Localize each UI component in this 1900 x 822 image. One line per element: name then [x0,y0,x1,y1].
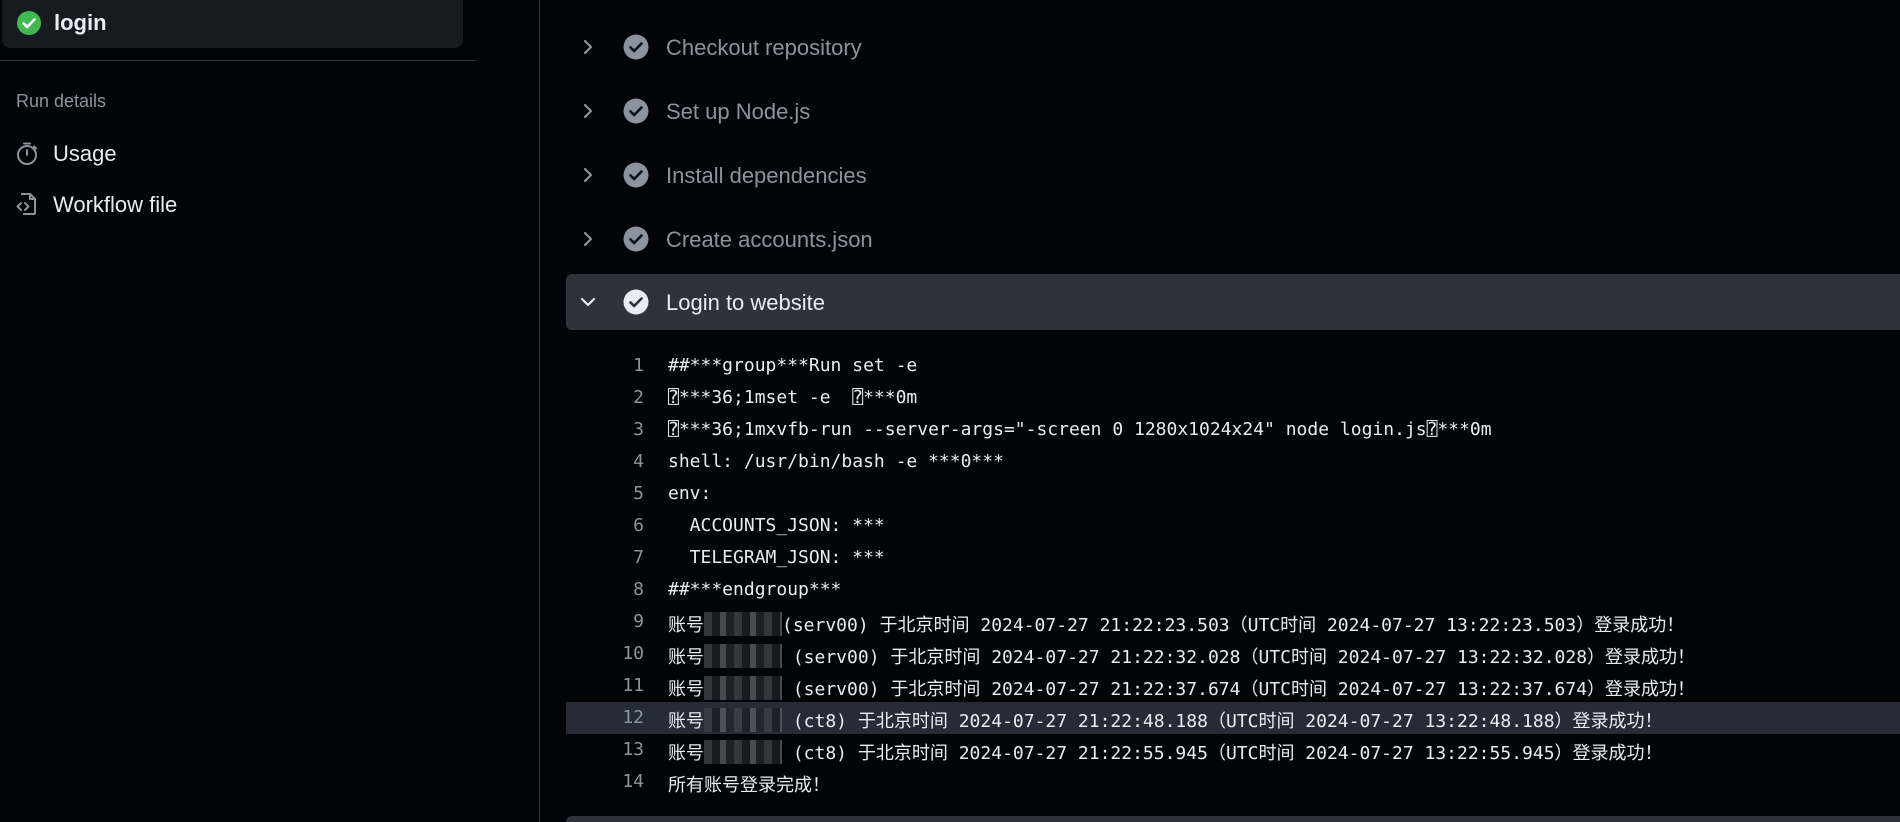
job-steps-panel: Checkout repository Set up Node.js Insta… [541,0,1900,822]
redacted-account [704,740,782,764]
log-message: (ct8) 于北京时间 2024-07-27 21:22:48.188（UTC时… [782,711,1663,732]
line-number[interactable]: 13 [566,739,644,760]
sidebar-item-workflow-file[interactable]: Workflow file [0,183,476,223]
check-circle-icon [623,34,649,60]
file-code-icon [16,193,36,215]
log-text: 账号 (serv00) 于北京时间 2024-07-27 21:22:37.67… [668,675,1695,701]
log-prefix: 账号 [668,615,704,636]
chevron-down-icon [580,297,596,307]
log-line: 13 账号 (ct8) 于北京时间 2024-07-27 21:22:55.94… [566,734,1900,766]
log-line: 6 ACCOUNTS_JSON: *** [566,510,1900,542]
step-title: Login to website [666,290,825,315]
check-circle-icon [623,162,649,188]
step-title: Create accounts.json [666,227,873,252]
sidebar-job-login[interactable]: login [2,0,463,48]
line-number[interactable]: 8 [566,579,644,600]
log-text: 账号 (ct8) 于北京时间 2024-07-27 21:22:55.945（U… [668,739,1663,765]
log-text: shell: /usr/bin/bash -e ***0*** [668,451,1004,472]
log-prefix: 账号 [668,711,704,732]
log-message: (ct8) 于北京时间 2024-07-27 21:22:55.945（UTC时… [782,743,1663,764]
line-number[interactable]: 14 [566,771,644,792]
chevron-right-icon [583,231,593,247]
log-line: 1 ##***group***Run set -e [566,350,1900,382]
step-title: Checkout repository [666,35,862,60]
step-title: Install dependencies [666,163,867,188]
log-text: 所有账号登录完成！ [668,775,830,796]
check-circle-icon [623,289,649,315]
step-install-dependencies[interactable]: Install dependencies [566,147,1900,203]
chevron-right-icon [583,167,593,183]
log-prefix: 账号 [668,743,704,764]
log-text: 账号 (ct8) 于北京时间 2024-07-27 21:22:48.188（U… [668,707,1663,733]
stopwatch-icon [17,142,37,165]
step-login-to-website[interactable]: Login to website [566,274,1900,330]
log-prefix: 账号 [668,647,704,668]
line-number[interactable]: 1 [566,355,644,376]
log-text: 账号 (serv00) 于北京时间 2024-07-27 21:22:23.503… [668,611,1684,637]
log-line: 9 账号 (serv00) 于北京时间 2024-07-27 21:22:23.5… [566,606,1900,638]
check-circle-icon [623,98,649,124]
line-number[interactable]: 11 [566,675,644,696]
redacted-account [704,708,782,732]
log-line: 4 shell: /usr/bin/bash -e ***0*** [566,446,1900,478]
next-step-edge [566,816,1900,822]
log-text: ⍰***36;1mxvfb-run --server-args="-screen… [668,419,1492,440]
log-text: ⍰***36;1mset -e ⍰***0m [668,387,918,408]
log-line: 2 ⍰***36;1mset -e ⍰***0m [566,382,1900,414]
sidebar: login Run details Usage Workflow file [0,0,540,822]
log-line: 10 账号 (serv00) 于北京时间 2024-07-27 21:22:32… [566,638,1900,670]
redacted-account [704,612,782,636]
line-number[interactable]: 10 [566,643,644,664]
step-set-up-nodejs[interactable]: Set up Node.js [566,83,1900,139]
log-line: 3 ⍰***36;1mxvfb-run --server-args="-scre… [566,414,1900,446]
line-number[interactable]: 12 [566,707,644,728]
chevron-right-icon [583,103,593,119]
check-circle-icon [17,11,41,35]
log-text: 账号 (serv00) 于北京时间 2024-07-27 21:22:32.02… [668,643,1695,669]
job-label: login [54,10,107,35]
sidebar-divider [0,60,476,61]
step-checkout-repository[interactable]: Checkout repository [566,19,1900,75]
workflow-run-page: login Run details Usage Workflow file Ch… [0,0,1900,822]
log-text: ACCOUNTS_JSON: *** [668,515,885,536]
log-line: 11 账号 (serv00) 于北京时间 2024-07-27 21:22:37… [566,670,1900,702]
sidebar-item-label: Workflow file [53,192,178,217]
log-message: (serv00) 于北京时间 2024-07-27 21:22:37.674（U… [782,679,1696,700]
line-number[interactable]: 2 [566,387,644,408]
line-number[interactable]: 5 [566,483,644,504]
step-title: Set up Node.js [666,99,811,124]
run-details-heading: Run details [16,91,107,111]
line-number[interactable]: 6 [566,515,644,536]
log-line: 14 所有账号登录完成！ [566,766,1900,798]
line-number[interactable]: 7 [566,547,644,568]
log-line: 5 env: [566,478,1900,510]
log-prefix: 账号 [668,679,704,700]
line-number[interactable]: 9 [566,611,644,632]
step-create-accounts-json[interactable]: Create accounts.json [566,211,1900,267]
check-circle-icon [623,226,649,252]
log-text: env: [668,483,712,504]
line-number[interactable]: 4 [566,451,644,472]
sidebar-item-usage[interactable]: Usage [0,132,476,172]
log-line: 7 TELEGRAM_JSON: *** [566,542,1900,574]
log-text: ##***group***Run set -e [668,355,918,376]
log-line-highlighted: 12 账号 (ct8) 于北京时间 2024-07-27 21:22:48.18… [566,702,1900,734]
redacted-account [704,644,782,668]
line-number[interactable]: 3 [566,419,644,440]
log-line: 8 ##***endgroup*** [566,574,1900,606]
log-message: (serv00) 于北京时间 2024-07-27 21:22:32.028（U… [782,647,1696,668]
redacted-account [704,676,782,700]
log-message: (serv00) 于北京时间 2024-07-27 21:22:23.503（U… [782,615,1685,636]
log-text: ##***endgroup*** [668,579,842,600]
sidebar-item-label: Usage [53,141,117,166]
log-text: TELEGRAM_JSON: *** [668,547,885,568]
chevron-right-icon [583,39,593,55]
